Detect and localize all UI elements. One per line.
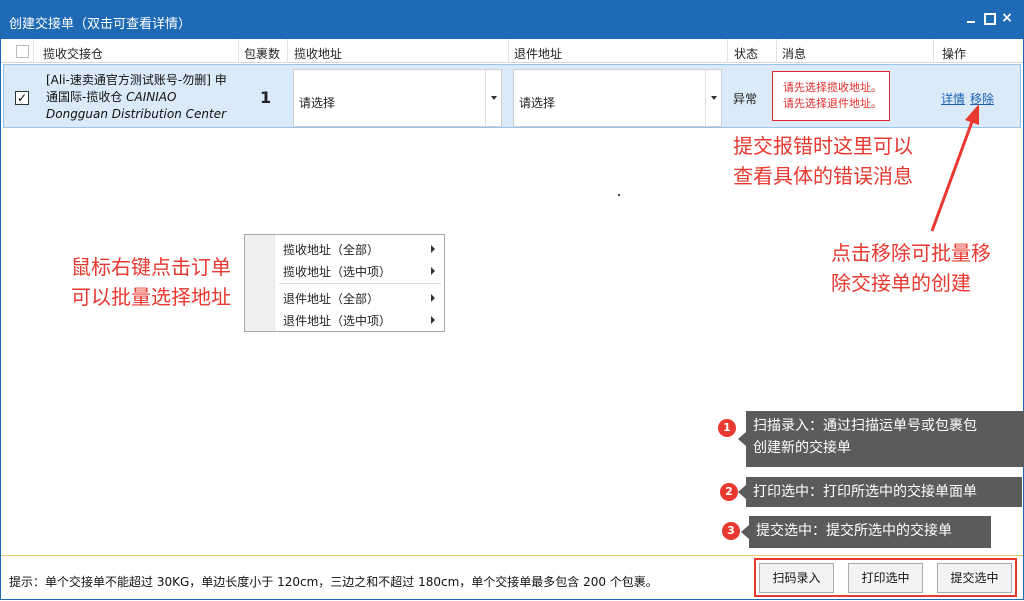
tip-line: 扫描录入：通过扫描运单号或包裹包 bbox=[753, 418, 977, 434]
column-divider bbox=[33, 39, 34, 63]
return-address-value: 请选择 bbox=[519, 96, 556, 110]
footer-hint: 提示：单个交接单不能超过 30KG，单边长度小于 120cm，三边之和不超过 1… bbox=[9, 575, 658, 589]
chevron-right-icon bbox=[431, 245, 435, 253]
rightclick-note-line: 鼠标右键点击订单 bbox=[71, 255, 231, 279]
table-header: 揽收交接仓 包裹数 揽收地址 退件地址 状态 消息 操作 bbox=[1, 39, 1023, 63]
pickup-dropdown-button[interactable] bbox=[485, 70, 501, 126]
tip-badge-2: 2 bbox=[720, 483, 738, 501]
rightclick-note-line: 可以批量选择地址 bbox=[71, 285, 231, 309]
error-note-line: 提交报错时这里可以 bbox=[733, 134, 913, 158]
header-warehouse[interactable]: 揽收交接仓 bbox=[43, 45, 103, 62]
menu-item-return-all[interactable]: 退件地址（全部） bbox=[283, 290, 379, 307]
header-return-address[interactable]: 退件地址 bbox=[514, 45, 562, 62]
tip-scan: 扫描录入：通过扫描运单号或包裹包 创建新的交接单 bbox=[738, 411, 1024, 467]
menu-item-return-selected[interactable]: 退件地址（选中项） bbox=[283, 312, 391, 329]
pickup-address-value: 请选择 bbox=[299, 96, 336, 110]
header-actions[interactable]: 操作 bbox=[942, 45, 966, 62]
column-divider bbox=[508, 39, 509, 63]
context-menu-gutter bbox=[245, 235, 275, 331]
tip-line: 提交选中：提交所选中的交接单 bbox=[756, 523, 952, 539]
column-divider bbox=[238, 39, 239, 63]
context-menu: 揽收地址（全部） 揽收地址（选中项） 退件地址（全部） 退件地址（选中项） bbox=[244, 234, 445, 332]
tip-badge-1: 1 bbox=[718, 419, 736, 437]
remove-note: 点击移除可批量移 除交接单的创建 bbox=[831, 238, 991, 298]
column-divider bbox=[776, 39, 777, 63]
column-divider bbox=[933, 39, 934, 63]
create-handover-window: 创建交接单（双击可查看详情） × 揽收交接仓 包裹数 揽收地址 退件地址 状态 … bbox=[0, 0, 1024, 600]
scan-entry-button[interactable]: 扫码录入 bbox=[759, 563, 834, 593]
error-message-box: 请先选择揽收地址。 请先选择退件地址。 bbox=[772, 71, 890, 121]
column-divider bbox=[287, 39, 288, 63]
menu-separator bbox=[279, 283, 441, 284]
remove-note-line: 除交接单的创建 bbox=[831, 271, 971, 295]
error-message-line: 请先选择揽收地址。 bbox=[783, 81, 882, 94]
chevron-right-icon bbox=[431, 267, 435, 275]
status-text: 异常 bbox=[733, 92, 758, 106]
tip-print: 打印选中：打印所选中的交接单面单 bbox=[738, 477, 1022, 507]
remove-link[interactable]: 移除 bbox=[970, 90, 994, 107]
tip-badge-3: 3 bbox=[722, 522, 740, 540]
chevron-right-icon bbox=[431, 294, 435, 302]
minimize-icon[interactable] bbox=[965, 12, 977, 24]
tip-line: 创建新的交接单 bbox=[753, 440, 851, 456]
header-count[interactable]: 包裹数 bbox=[244, 45, 280, 62]
table-row[interactable]: ✓ [Ali-速卖通官方测试账号-勿删] 申通国际-揽收仓 CAINIAO Do… bbox=[3, 64, 1021, 128]
chevron-down-icon bbox=[491, 96, 497, 100]
error-note-line: 查看具体的错误消息 bbox=[733, 164, 913, 188]
rightclick-note: 鼠标右键点击订单 可以批量选择地址 bbox=[71, 252, 231, 312]
tip-submit: 提交选中：提交所选中的交接单 bbox=[741, 516, 991, 548]
tip-line: 打印选中：打印所选中的交接单面单 bbox=[753, 484, 977, 500]
header-message[interactable]: 消息 bbox=[782, 45, 806, 62]
remove-note-line: 点击移除可批量移 bbox=[831, 241, 991, 265]
header-status[interactable]: 状态 bbox=[734, 45, 758, 62]
window-title: 创建交接单（双击可查看详情） bbox=[9, 17, 192, 32]
chevron-right-icon bbox=[431, 316, 435, 324]
close-icon[interactable]: × bbox=[1001, 11, 1013, 25]
submit-selected-button[interactable]: 提交选中 bbox=[937, 563, 1012, 593]
maximize-icon[interactable] bbox=[983, 12, 996, 25]
error-message-line: 请先选择退件地址。 bbox=[783, 97, 882, 110]
column-divider bbox=[727, 39, 728, 63]
return-dropdown-button[interactable] bbox=[705, 70, 721, 126]
chevron-down-icon bbox=[711, 96, 717, 100]
header-pickup-address[interactable]: 揽收地址 bbox=[294, 45, 342, 62]
row-checkbox[interactable]: ✓ bbox=[15, 91, 29, 105]
error-note: 提交报错时这里可以 查看具体的错误消息 bbox=[733, 131, 913, 191]
package-count: 1 bbox=[260, 88, 272, 107]
pickup-address-select[interactable]: 请选择 bbox=[293, 69, 502, 127]
footer-divider bbox=[1, 555, 1023, 556]
stray-dot bbox=[618, 194, 620, 196]
title-bar: 创建交接单（双击可查看详情） × bbox=[1, 1, 1023, 39]
menu-item-pickup-selected[interactable]: 揽收地址（选中项） bbox=[283, 263, 391, 280]
warehouse-cell: [Ali-速卖通官方测试账号-勿删] 申通国际-揽收仓 CAINIAO Dong… bbox=[46, 72, 236, 123]
return-address-select[interactable]: 请选择 bbox=[513, 69, 722, 127]
print-selected-button[interactable]: 打印选中 bbox=[848, 563, 923, 593]
menu-item-pickup-all[interactable]: 揽收地址（全部） bbox=[283, 241, 379, 258]
select-all-checkbox[interactable] bbox=[16, 45, 29, 58]
detail-link[interactable]: 详情 bbox=[941, 90, 965, 107]
